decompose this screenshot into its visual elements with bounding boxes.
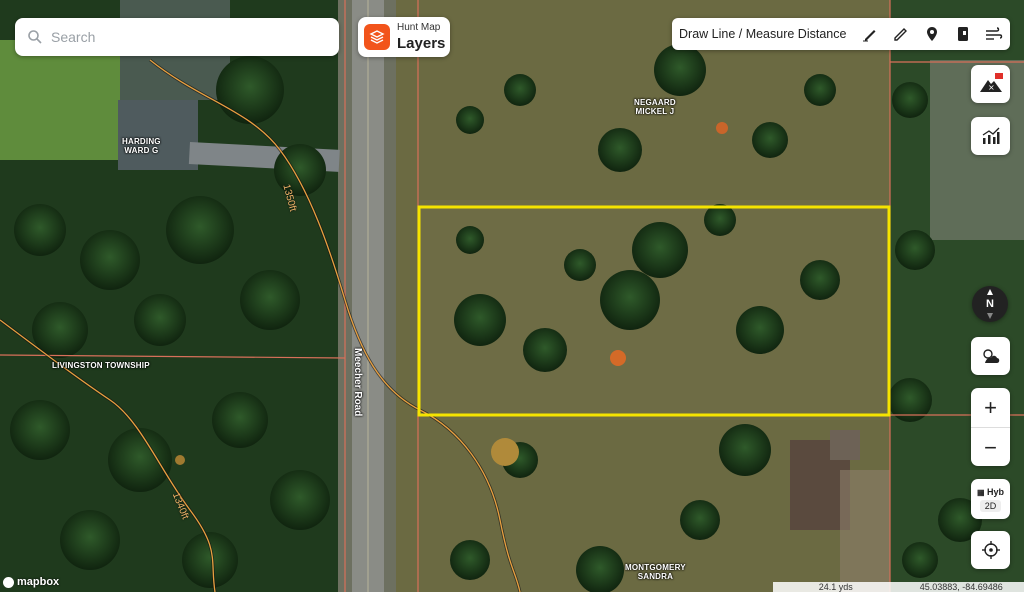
road-label-meecher: Meecher Road [352,348,363,417]
drop-pin-tool[interactable] [916,18,947,50]
search-bar[interactable]: Search [15,18,339,56]
search-input[interactable]: Search [51,29,95,45]
wind-icon [985,27,1003,40]
layers-title: Layers [397,35,446,52]
map-pin-icon [926,27,937,41]
layers-icon [364,24,390,50]
tool-tooltip-label: Draw Line / Measure Distance [679,27,847,41]
svg-text:×: × [988,83,995,92]
chart-trend-icon [982,127,999,144]
compass-button[interactable]: N [972,286,1008,322]
search-icon [28,30,42,44]
mapbox-icon [3,576,14,588]
weather-button[interactable] [971,337,1010,375]
satellite-map[interactable] [0,0,1024,592]
zoom-out-button[interactable]: − [971,428,1010,467]
zoom-controls: + − [971,388,1010,466]
map-toolbar: Draw Line / Measure Distance [672,18,1010,50]
cloud-sun-icon [982,349,999,363]
notes-tool[interactable] [947,18,978,50]
crosshair-icon [981,541,1000,559]
view-2d-label[interactable]: 2D [979,499,1002,512]
layers-subtitle: Hunt Map [397,22,441,33]
locate-me-button[interactable] [971,531,1010,569]
basemap-toggle[interactable]: ▦ Hyb 2D [971,479,1010,519]
wind-tool[interactable] [978,18,1009,50]
mountain-flag-icon: × [979,73,1003,92]
pencil-line-icon [862,30,876,42]
scale-bar: 24.1 yds 45.03883, -84.69486 [773,582,1024,592]
township-label: LIVINGSTON TOWNSHIP [52,361,150,370]
mapbox-logo[interactable]: mapbox [3,576,59,588]
pencil-icon [894,28,907,41]
basemap-mode-label: ▦ Hyb [976,486,1005,497]
map-grid-icon: ▦ [976,487,985,497]
draw-line-tool[interactable] [854,18,885,50]
notebook-icon [957,27,968,41]
zoom-in-button[interactable]: + [971,388,1010,427]
layers-button[interactable]: Hunt Map Layers [358,17,450,57]
owner-label-negaard: NEGAARD MICKEL J [634,98,676,117]
cursor-coordinates: 45.03883, -84.69486 [919,582,1003,592]
owner-label-harding: HARDING WARD G [122,137,161,156]
owner-label-montgomery: MONTGOMERY SANDRA [625,563,686,582]
compass-icon [987,289,993,319]
stats-button[interactable] [971,117,1010,155]
hunt-area-button[interactable]: × [971,65,1010,103]
mapbox-wordmark: mapbox [17,576,60,588]
draw-shape-tool[interactable] [885,18,916,50]
scale-distance: 24.1 yds [818,582,853,592]
